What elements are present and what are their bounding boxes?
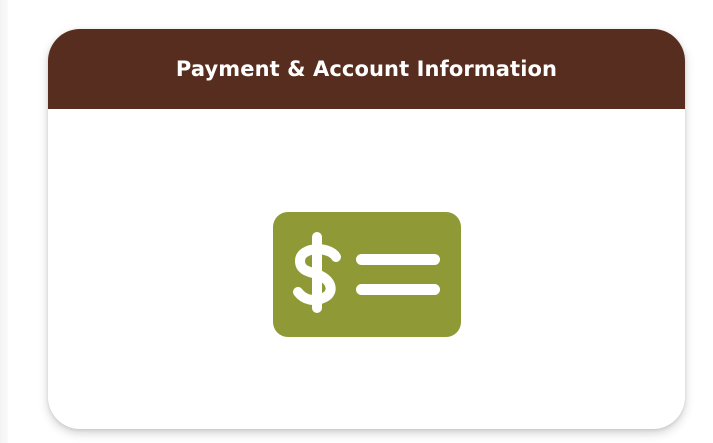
page: Payment & Account Information (0, 0, 713, 443)
payment-card-icon (272, 211, 461, 337)
left-edge (0, 0, 8, 443)
card-body (48, 109, 685, 429)
payment-account-card[interactable]: Payment & Account Information (48, 29, 685, 429)
card-header: Payment & Account Information (48, 29, 685, 109)
card-title: Payment & Account Information (175, 57, 558, 81)
